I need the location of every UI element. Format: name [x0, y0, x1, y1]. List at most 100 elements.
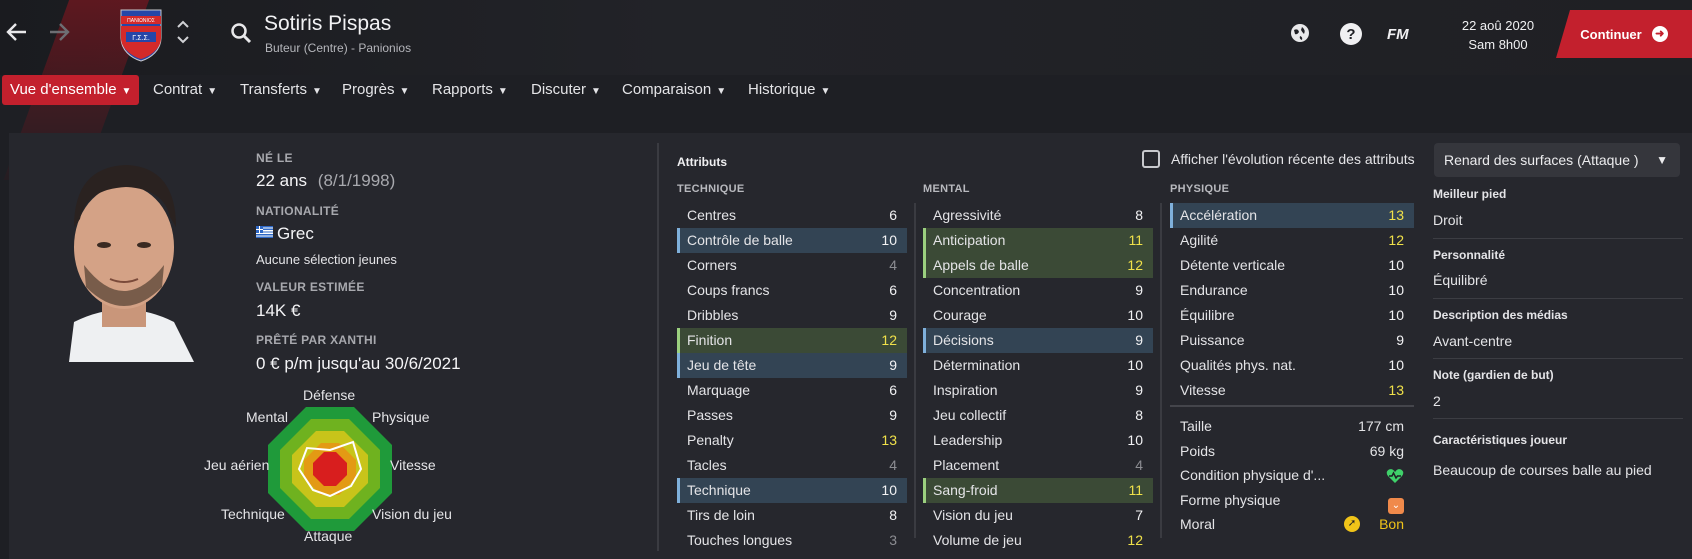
attribute-value: 9: [1396, 332, 1404, 348]
attribute-row[interactable]: Poids 69 kg: [1170, 439, 1414, 464]
tab-discuter[interactable]: Discuter ▼: [531, 75, 601, 105]
radar-label-physique: Physique: [372, 409, 430, 425]
attribute-row[interactable]: Concentration 9: [923, 278, 1153, 303]
attribute-row[interactable]: Marquage 6: [677, 378, 907, 403]
attribute-row[interactable]: Endurance 10: [1170, 278, 1414, 303]
attribute-row[interactable]: Dribbles 9: [677, 303, 907, 328]
tab-progres[interactable]: Progrès ▼: [342, 75, 409, 105]
attribute-name: Passes: [687, 407, 733, 423]
search-icon[interactable]: [230, 22, 252, 49]
attribute-row[interactable]: Touches longues 3: [677, 528, 907, 553]
attribute-value: 6: [889, 282, 897, 298]
attribute-row[interactable]: Condition physique d'...: [1170, 463, 1414, 488]
attribute-row[interactable]: Agressivité 8: [923, 203, 1153, 228]
body-stats: Taille 177 cm Poids 69 kg Condition physique…: [1170, 414, 1414, 537]
physique-attributes: Accélération 13 Agilité 12 Détente verticale…: [1170, 203, 1414, 403]
chevron-down-icon: ▼: [591, 86, 601, 97]
attribute-name: Corners: [687, 257, 737, 273]
forward-arrow-icon[interactable]: [46, 19, 72, 49]
attribute-row[interactable]: Forme physique ⌄: [1170, 488, 1414, 514]
radar-label-vitesse: Vitesse: [390, 457, 436, 473]
mental-header: MENTAL: [923, 183, 970, 195]
tab-historique[interactable]: Historique ▼: [748, 75, 830, 105]
show-recent-label[interactable]: Afficher l'évolution récente des attribu…: [1171, 151, 1415, 167]
attribute-row[interactable]: Leadership 10: [923, 428, 1153, 453]
attribute-row[interactable]: Passes 9: [677, 403, 907, 428]
player-traits-label: Caractéristiques joueur: [1433, 433, 1568, 447]
attribute-value: 12: [1127, 257, 1143, 273]
player-subtitle[interactable]: Buteur (Centre) - Panionios: [265, 41, 411, 55]
attribute-name: Sang-froid: [933, 482, 998, 498]
attribute-row[interactable]: Finition 12: [677, 328, 907, 353]
attribute-row[interactable]: Détente verticale 10: [1170, 253, 1414, 278]
attribute-row[interactable]: Corners 4: [677, 253, 907, 278]
attribute-row[interactable]: Jeu de tête 9: [677, 353, 907, 378]
attribute-row[interactable]: Qualités phys. nat. 10: [1170, 353, 1414, 378]
tab-rapports[interactable]: Rapports ▼: [432, 75, 508, 105]
attribute-row[interactable]: Coups francs 6: [677, 278, 907, 303]
attribute-value: 8: [1135, 407, 1143, 423]
tab-label: Comparaison: [622, 81, 712, 98]
attribute-row[interactable]: Inspiration 9: [923, 378, 1153, 403]
attribute-row[interactable]: Agilité 12: [1170, 228, 1414, 253]
role-dropdown[interactable]: Renard des surfaces (Attaque ) ▼: [1434, 143, 1680, 177]
chevron-down-icon: ▼: [311, 86, 322, 97]
attribute-row[interactable]: Vision du jeu 7: [923, 503, 1153, 528]
attribute-row[interactable]: Accélération 13: [1170, 203, 1414, 228]
attribute-name: Placement: [933, 457, 1000, 473]
attribute-row[interactable]: Penalty 13: [677, 428, 907, 453]
back-arrow-icon[interactable]: [4, 19, 30, 49]
attribute-name: Jeu collectif: [933, 407, 1007, 423]
nationality-value[interactable]: Grec: [256, 224, 314, 244]
attribute-value: 12: [1388, 232, 1404, 248]
attribute-value: 10: [1388, 307, 1404, 323]
attribute-row[interactable]: Anticipation 11: [923, 228, 1153, 253]
player-photo: [44, 147, 204, 362]
gk-rating-label: Note (gardien de but): [1433, 368, 1554, 382]
chevron-down-icon: ▼: [121, 86, 132, 97]
column-scrollbar[interactable]: [1160, 203, 1162, 538]
tab-transferts[interactable]: Transferts ▼: [240, 75, 322, 105]
loan-label[interactable]: PRÊTÉ PAR XANTHI: [256, 333, 377, 347]
attribute-row[interactable]: Moral ➚ Bon: [1170, 512, 1414, 537]
continue-button[interactable]: Continuer ➜: [1556, 10, 1692, 58]
radar-label-technique: Technique: [221, 506, 285, 522]
attribute-row[interactable]: Courage 10: [923, 303, 1153, 328]
attribute-row[interactable]: Appels de balle 12: [923, 253, 1153, 278]
info-divider: [1433, 238, 1683, 239]
attribute-row[interactable]: Décisions 9: [923, 328, 1153, 353]
fm-logo-icon[interactable]: FM: [1387, 24, 1415, 47]
attribute-name: Marquage: [687, 382, 751, 398]
attribute-row[interactable]: Jeu collectif 8: [923, 403, 1153, 428]
column-scrollbar[interactable]: [914, 203, 916, 538]
tab-vue-ensemble[interactable]: Vue d'ensemble ▼: [2, 75, 140, 105]
attribute-row[interactable]: Vitesse 13: [1170, 378, 1414, 403]
attribute-row[interactable]: Tacles 4: [677, 453, 907, 478]
attribute-row[interactable]: Technique 10: [677, 478, 907, 503]
info-divider: [1433, 358, 1683, 359]
world-icon[interactable]: [1289, 22, 1311, 49]
attribute-name: Équilibre: [1180, 307, 1235, 323]
attribute-row[interactable]: Taille 177 cm: [1170, 414, 1414, 439]
attribute-row[interactable]: Contrôle de balle 10: [677, 228, 907, 253]
attribute-value: 10: [1127, 357, 1143, 373]
attribute-row[interactable]: Équilibre 10: [1170, 303, 1414, 328]
date-of-birth: (8/1/1998): [317, 171, 396, 190]
help-icon[interactable]: ?: [1339, 22, 1363, 51]
attribute-row[interactable]: Tirs de loin 8: [677, 503, 907, 528]
attribute-row[interactable]: Puissance 9: [1170, 328, 1414, 353]
player-traits-value[interactable]: Beaucoup de courses balle au pied: [1433, 462, 1652, 478]
attribute-value: 8: [1135, 207, 1143, 223]
attribute-row[interactable]: Sang-froid 11: [923, 478, 1153, 503]
attribute-row[interactable]: Détermination 10: [923, 353, 1153, 378]
club-crest-icon[interactable]: ΠΑΝΙΩΝΙΟΣ Γ.Σ.Σ.: [118, 8, 164, 62]
attribute-value: 69 kg: [1369, 442, 1404, 459]
attribute-row[interactable]: Volume de jeu 12: [923, 528, 1153, 553]
tab-contrat[interactable]: Contrat ▼: [153, 75, 217, 105]
tab-comparaison[interactable]: Comparaison ▼: [622, 75, 726, 105]
attribute-value: 6: [889, 207, 897, 223]
show-recent-checkbox[interactable]: [1142, 150, 1160, 168]
attribute-row[interactable]: Placement 4: [923, 453, 1153, 478]
up-down-chevron-icon[interactable]: [176, 18, 190, 50]
attribute-row[interactable]: Centres 6: [677, 203, 907, 228]
